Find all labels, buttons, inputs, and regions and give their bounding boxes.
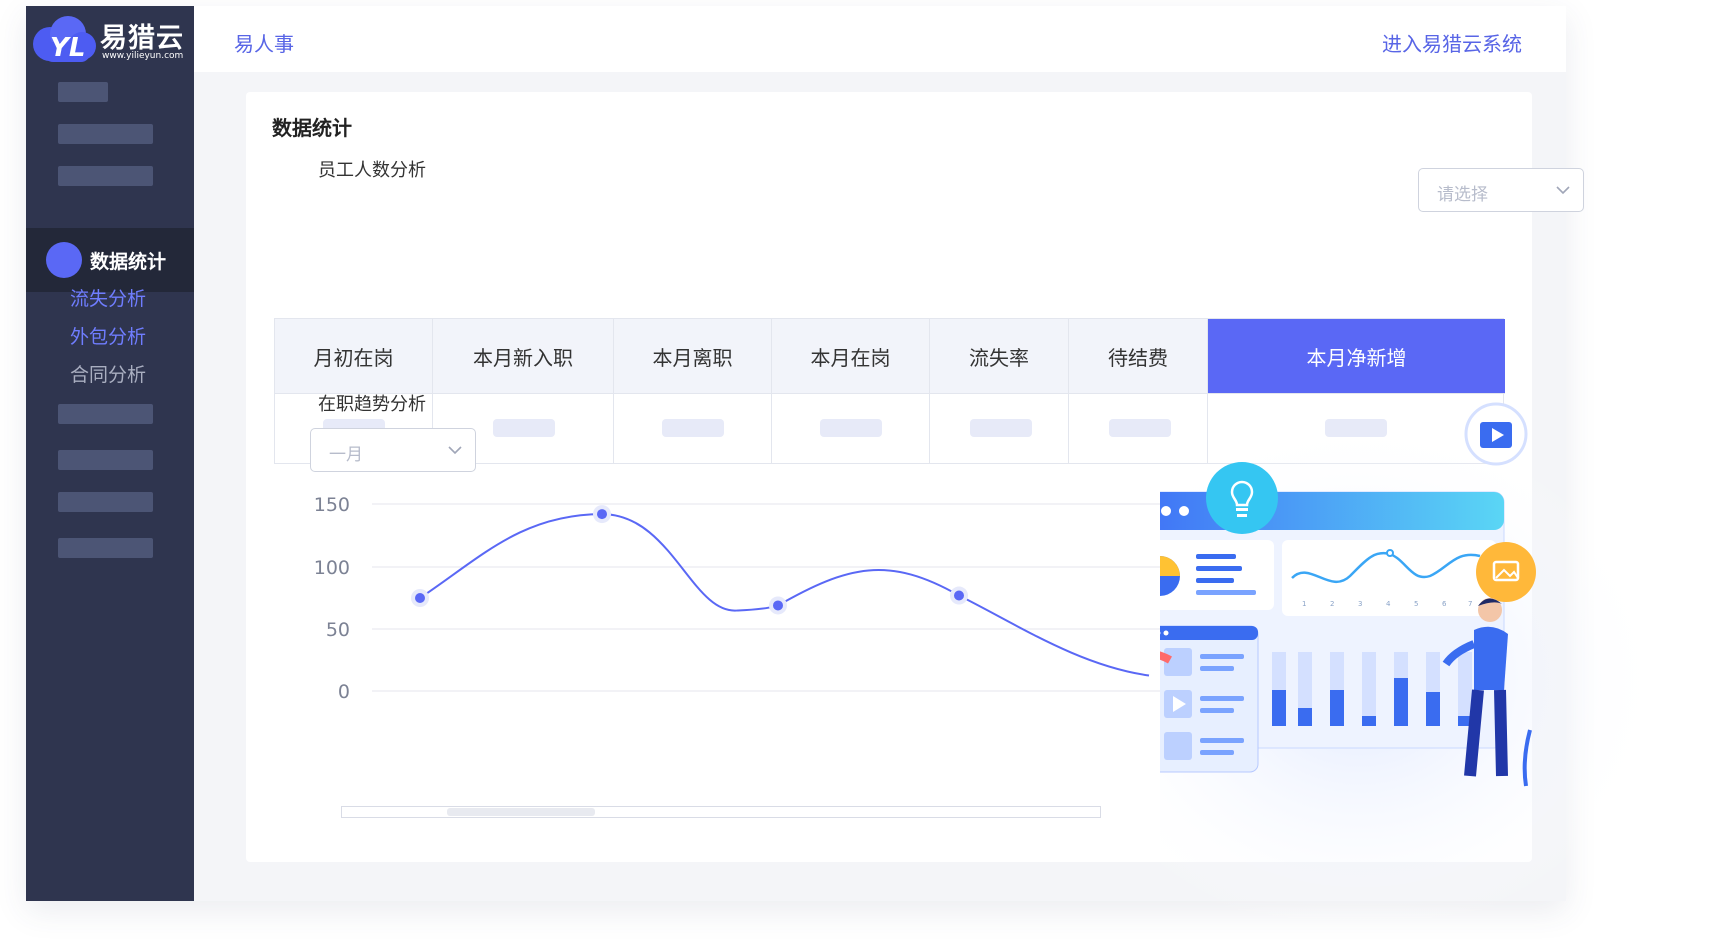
data-point[interactable] [954,590,964,601]
sidebar-item-placeholder[interactable] [58,82,108,102]
data-point[interactable] [773,600,783,611]
column-header[interactable]: 待结费 [1069,319,1208,393]
data-point[interactable] [597,509,607,520]
column-header[interactable]: 本月在岗 [772,319,930,393]
chart-scrollbar[interactable] [341,806,1101,818]
y-tick-label: 150 [314,494,350,516]
y-tick-label: 100 [314,557,350,579]
sidebar-subitem-contract[interactable]: 合同分析 [70,360,146,387]
sidebar-item-placeholder[interactable] [58,166,153,186]
svg-text:2: 2 [1330,600,1334,608]
sidebar-item-placeholder[interactable] [58,404,153,424]
top-bar: 易人事 进入易猎云系统 [194,6,1566,72]
logo-name: 易猎云 [100,23,184,54]
svg-text:1: 1 [1302,600,1306,608]
trend-chart-svg: 150 100 50 0 [314,494,1312,703]
svg-text:YL: YL [50,33,85,63]
section-title-headcount: 员工人数分析 [318,160,426,181]
value-placeholder [662,419,724,437]
sidebar-item-placeholder[interactable] [58,124,153,144]
sidebar-subitem-outsourcing[interactable]: 外包分析 [70,322,146,349]
sidebar-subitem-attrition[interactable]: 流失分析 [70,284,146,311]
sidebar-item-data-statistics[interactable]: 数据统计 [26,228,194,292]
column-header[interactable]: 流失率 [930,319,1069,393]
chevron-down-icon [1556,186,1570,195]
logo-url: www.yilieyun.com [102,51,184,61]
y-tick-label: 0 [338,681,350,703]
svg-text:5: 5 [1414,600,1418,608]
column-header[interactable]: 月初在岗 [275,319,433,393]
circle-icon [46,242,82,278]
svg-text:7: 7 [1468,600,1472,608]
headcount-select[interactable]: 请选择 [1418,168,1584,212]
cloud-logo-icon: YL [33,16,96,63]
logo[interactable]: YL 易猎云 www.yilieyun.com [26,6,194,74]
trend-chart: 150 100 50 0 [66,446,1312,776]
value-placeholder [820,419,882,437]
sidebar-item-label: 数据统计 [90,251,167,273]
svg-text:6: 6 [1442,600,1447,608]
data-point[interactable] [415,593,425,603]
value-placeholder [970,419,1032,437]
enter-system-link[interactable]: 进入易猎云系统 [1382,28,1522,57]
scrollbar-thumb[interactable] [447,808,595,816]
card-title: 数据统计 [272,116,352,140]
svg-text:3: 3 [1358,600,1362,608]
y-tick-label: 50 [326,619,350,641]
module-title[interactable]: 易人事 [234,28,294,57]
column-header[interactable]: 本月离职 [614,319,772,393]
svg-text:4: 4 [1386,600,1391,608]
section-title-trend: 在职趋势分析 [318,394,426,415]
dashboard-illustration: 1 2 3 4 5 6 7 [1080,402,1640,920]
select-placeholder: 请选择 [1437,185,1488,205]
trend-line [419,513,1150,677]
column-header-active[interactable]: 本月净新增 [1208,319,1505,393]
hero-illustration: 1 2 3 4 5 6 7 [1080,400,1712,942]
value-placeholder [493,419,555,437]
column-header[interactable]: 本月新入职 [433,319,614,393]
